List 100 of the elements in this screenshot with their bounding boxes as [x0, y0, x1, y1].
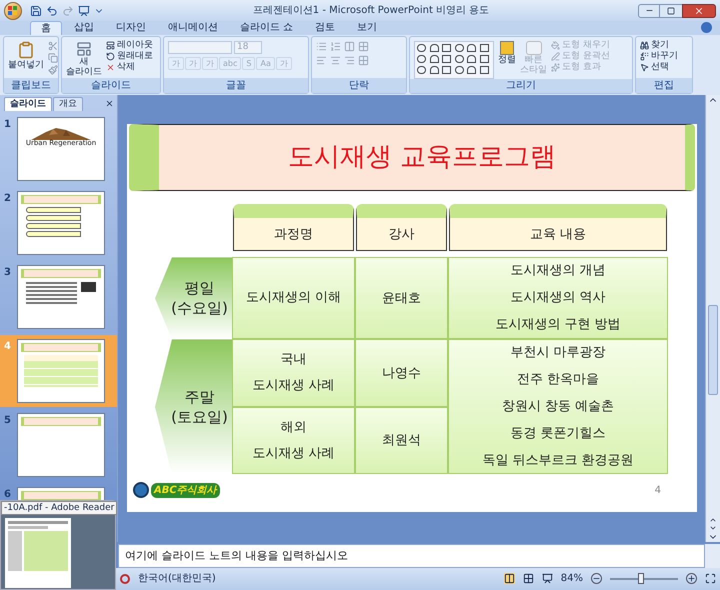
slide-number: 3 [4, 266, 12, 280]
table-cell-text: 창원시 창동 예술촌 [502, 398, 614, 416]
group-label: 그리기 [410, 79, 632, 94]
table-cell-text: 도시재생의 역사 [510, 289, 606, 308]
fit-to-window-icon[interactable] [705, 573, 716, 584]
slide-number: 2 [4, 192, 12, 206]
ribbon-tab[interactable]: 홈 [30, 21, 62, 36]
column-header: 강사 [356, 204, 447, 252]
column-header: 과정명 [233, 204, 354, 252]
slide-thumbnail[interactable] [17, 413, 105, 478]
list-item-shape [26, 231, 81, 238]
taskbar-preview-tooltip[interactable]: -10A.pdf - Adobe Reader [0, 500, 116, 590]
ribbon-tab[interactable]: 디자인 [106, 21, 156, 36]
minimize-button[interactable] [638, 4, 660, 18]
slideshow-icon[interactable] [542, 573, 553, 584]
zoom-out-icon[interactable] [591, 573, 602, 584]
slide-sorter-icon[interactable] [522, 573, 534, 584]
sparkles-icon [551, 63, 560, 72]
ribbon-tab[interactable]: 삽입 [64, 21, 104, 36]
table-cell-text: 도시재생의 개념 [510, 262, 606, 280]
ribbon-tab[interactable]: 검토 [305, 21, 346, 36]
slide-number: 6 [4, 488, 12, 502]
arrange-button[interactable]: 정렬 [498, 41, 516, 66]
group-label: 슬라이드 [62, 78, 160, 94]
replace-icon [640, 52, 649, 62]
table-cell: 나영수 [355, 339, 448, 408]
window-preview-drawing [5, 518, 71, 588]
logo-icon [133, 482, 149, 498]
slide-layout-icon [76, 41, 92, 58]
slide-thumbnail[interactable] [17, 191, 105, 256]
slide-command[interactable]: 레이아웃 [106, 41, 153, 50]
slide-thumbnail[interactable] [17, 265, 105, 330]
column-header: 교육 내용 [449, 204, 667, 252]
close-button[interactable] [682, 4, 716, 18]
zoom-level[interactable]: 84% [560, 571, 583, 586]
pane-tab[interactable]: 슬라이드 [4, 97, 52, 112]
slide[interactable]: 도시재생 교육프로그램 과정명 강사 교육 내용 평일 (수요일) 도시재생의 이해 윤태호 도시재생의 개념 도시재생의 역사 도시재생의 구현 방법 주말 (토요일) 국내 도시재생 사례 나영수 해외 도시재생 사례 최원석 부천시 마루광장 전주 한옥마을 창원시 창동 예술촌 동경 롯폰기힐스 독일 뒤스부르크 환경공원 ABC주식회사 4 [127, 124, 697, 512]
quick-styles-icon [526, 41, 542, 56]
table-cell-text: 독일 뒤스부르크 환경공원 [482, 452, 634, 470]
office-logo-icon[interactable] [4, 2, 22, 20]
save-icon[interactable] [30, 4, 42, 17]
table-cell: 최원석 [355, 407, 448, 474]
group-label: 단락 [312, 78, 406, 94]
slide-command[interactable]: 삭제 [106, 63, 153, 72]
slide-thumbnail-row[interactable]: 5 [0, 409, 117, 482]
layout-icon [106, 41, 115, 50]
text-line [26, 298, 77, 300]
notes-scrollbar[interactable] [705, 544, 720, 568]
slide-thumbnail[interactable] [17, 339, 105, 404]
preview-icon[interactable] [78, 4, 90, 17]
table-cell-text: 부천시 마루광장 [510, 344, 606, 362]
clipboard-icon [17, 41, 35, 60]
new-slide-button[interactable]: 새 슬라이드 [66, 41, 102, 78]
table-cell-text: 동경 롯폰기힐스 [510, 424, 606, 443]
edit-command[interactable]: 찾기 [640, 41, 678, 50]
close-icon[interactable] [105, 99, 114, 108]
binoculars-icon [640, 41, 649, 50]
edit-command[interactable]: 바꾸기 [640, 52, 678, 62]
page-number: 4 [654, 484, 661, 498]
group-label: 클립보드 [4, 78, 58, 94]
zoom-in-icon[interactable] [686, 573, 697, 584]
vertical-scrollbar[interactable] [705, 95, 720, 542]
scrollbar-thumb[interactable] [708, 305, 718, 396]
undo-icon[interactable] [46, 4, 58, 17]
pane-tab[interactable]: 개요 [53, 97, 83, 112]
paint-bucket-icon [551, 41, 560, 50]
text-line [26, 290, 77, 292]
paste-button[interactable]: 붙여넣기 [8, 41, 44, 73]
preview-title: -10A.pdf - Adobe Reader [1, 501, 118, 515]
logo-text: ABC주식회사 [151, 482, 220, 498]
spellcheck-icon[interactable] [120, 574, 130, 584]
list-item-shape [26, 207, 81, 214]
ribbon-tab[interactable]: 보기 [347, 21, 388, 36]
pointer-icon [640, 63, 649, 72]
zoom-slider-thumb[interactable] [638, 573, 644, 584]
text-line [26, 286, 77, 288]
row-label: 평일 (수요일) [155, 257, 232, 340]
slide-command[interactable]: 원래대로 [106, 52, 153, 62]
edit-command[interactable]: 선택 [640, 63, 678, 72]
slide-thumbnail-row[interactable]: 2 [0, 187, 117, 260]
table-cell-text: 전주 한옥마을 [516, 370, 600, 389]
delete-icon [106, 63, 115, 72]
help-icon[interactable] [701, 22, 712, 34]
ribbon-tab[interactable]: 애니메이션 [158, 21, 228, 36]
window-title: 프레젠테이션1 - Microsoft PowerPoint 비영리 용도 [252, 4, 490, 18]
ribbon-tab[interactable]: 슬라이드 쇼 [230, 21, 304, 36]
reset-icon [106, 52, 115, 62]
shapes-gallery[interactable] [414, 41, 494, 80]
slide-thumbnail-row[interactable]: 3 [0, 261, 117, 334]
notes-field[interactable]: 여기에 슬라이드 노트의 내용을 입력하십시오 [118, 544, 705, 568]
slide-number: 5 [4, 414, 12, 428]
maximize-button[interactable] [660, 4, 682, 18]
table-cell: 해외 도시재생 사례 [232, 407, 355, 474]
list-item-shape [26, 223, 81, 230]
normal-view-icon[interactable] [504, 573, 515, 584]
text-line [26, 302, 77, 304]
list-item-shape [26, 215, 81, 222]
language-status[interactable]: 한국어(대한민국) [138, 571, 216, 586]
slide-number: 4 [4, 340, 12, 354]
maximize-icon [667, 6, 675, 15]
